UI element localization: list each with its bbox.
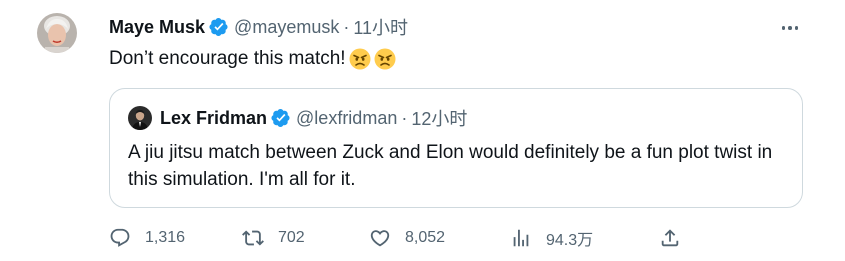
angry-face-icon bbox=[349, 48, 371, 70]
reply-icon bbox=[110, 228, 130, 247]
like-icon bbox=[370, 230, 390, 247]
tweet[interactable]: Maye Musk @mayemusk · 11小时 Don’t encoura… bbox=[0, 0, 845, 261]
separator: · bbox=[401, 107, 408, 128]
views-icon bbox=[513, 229, 529, 247]
share-button[interactable] bbox=[659, 224, 695, 252]
quoted-timestamp[interactable]: 12小时 bbox=[411, 105, 467, 131]
quoted-author-name[interactable]: Lex Fridman bbox=[160, 108, 267, 129]
author-avatar[interactable] bbox=[37, 13, 77, 53]
quoted-tweet[interactable]: Lex Fridman @lexfridman · 12小时 A jiu jit… bbox=[109, 88, 803, 208]
tweet-text-content: Don’t encourage this match! bbox=[109, 48, 346, 69]
like-button[interactable]: 8,052 bbox=[369, 224, 445, 252]
quoted-tweet-header: Lex Fridman @lexfridman · 12小时 bbox=[128, 105, 467, 131]
retweet-icon bbox=[242, 230, 264, 246]
reply-button[interactable]: 1,316 bbox=[109, 224, 185, 252]
tweet-text: Don’t encourage this match! bbox=[109, 46, 396, 72]
quoted-author-handle[interactable]: @lexfridman bbox=[296, 108, 397, 129]
verified-badge-icon bbox=[271, 108, 291, 128]
verified-badge-icon bbox=[209, 17, 229, 37]
views-count: 94.3万 bbox=[546, 232, 594, 249]
angry-face-icon bbox=[374, 48, 396, 70]
timestamp[interactable]: 11小时 bbox=[353, 14, 408, 40]
views-button[interactable]: 94.3万 bbox=[510, 224, 593, 252]
author-name[interactable]: Maye Musk bbox=[109, 17, 205, 38]
separator: · bbox=[343, 16, 350, 37]
more-options-icon[interactable] bbox=[776, 16, 804, 40]
retweet-count: 702 bbox=[278, 229, 305, 246]
quoted-author-avatar[interactable] bbox=[128, 106, 152, 130]
tweet-header: Maye Musk @mayemusk · 11小时 bbox=[109, 14, 408, 40]
retweet-button[interactable]: 702 bbox=[242, 224, 305, 252]
reply-count: 1,316 bbox=[145, 229, 186, 246]
like-count: 8,052 bbox=[405, 229, 446, 246]
quoted-tweet-text: A jiu jitsu match between Zuck and Elon … bbox=[128, 142, 773, 190]
author-handle[interactable]: @mayemusk bbox=[234, 17, 339, 38]
action-bar: 1,316 702 8,052 94.3万 bbox=[109, 224, 689, 252]
share-icon bbox=[661, 229, 679, 247]
